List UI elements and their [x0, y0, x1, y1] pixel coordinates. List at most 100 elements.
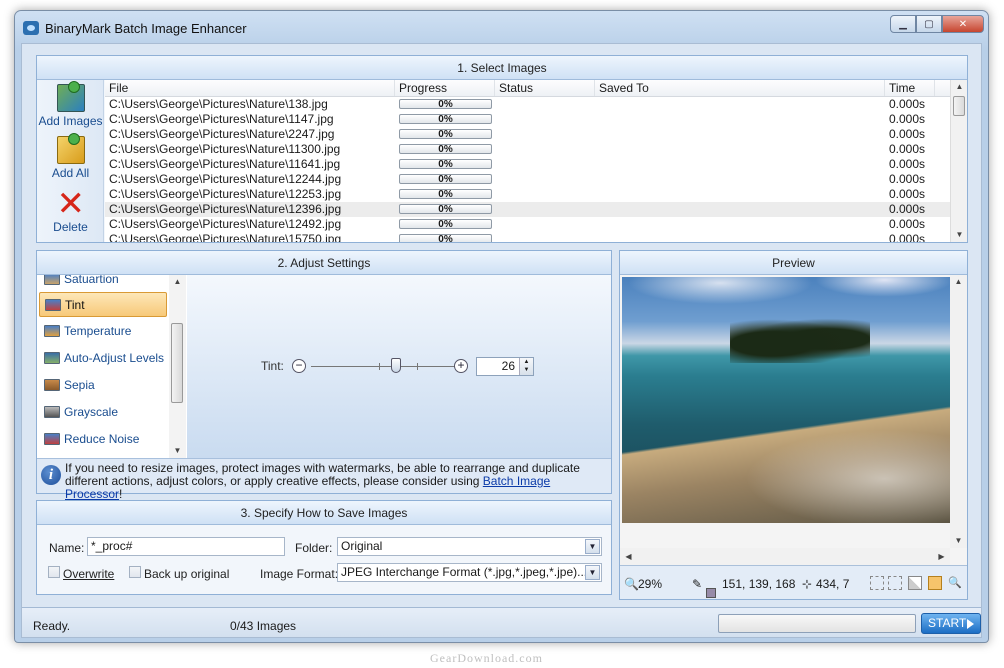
table-row[interactable]: C:\Users\George\Pictures\Nature\15750.jp… [105, 232, 951, 242]
scroll-up-arrow-icon[interactable]: ▲ [169, 275, 186, 289]
delete-button[interactable]: ✕ Delete [37, 187, 104, 234]
table-row[interactable]: C:\Users\George\Pictures\Nature\2247.jpg… [105, 127, 951, 142]
time-cell: 0.000s [889, 232, 926, 242]
progress-bar: 0% [399, 204, 492, 215]
progress-cell: 0% [395, 172, 495, 187]
app-window: BinaryMark Batch Image Enhancer ▁ ▢ ✕ 1.… [14, 10, 989, 643]
preview-status-bar: 🔍 29% ✎ 151, 139, 168 ⊹ 434, 7 🔍 [620, 565, 967, 599]
add-all-button[interactable]: Add All [37, 133, 104, 180]
saturation-icon [44, 275, 60, 285]
add-all-label: Add All [51, 166, 90, 180]
tint-value: 26 [501, 359, 515, 373]
column-time[interactable]: Time [885, 80, 935, 96]
image-format-select[interactable]: JPEG Interchange Format (*.jpg,*.jpeg,*.… [337, 563, 602, 582]
tint-spin-buttons[interactable]: ▲ ▼ [519, 358, 533, 375]
minimize-button[interactable]: ▁ [890, 15, 916, 33]
settings-list-scrollbar[interactable]: ▲ ▼ [169, 275, 186, 458]
progress-bar: 0% [399, 189, 492, 200]
column-saved-to[interactable]: Saved To [595, 80, 885, 96]
actual-size-icon[interactable] [888, 576, 902, 590]
status-cell [495, 142, 595, 157]
select-images-header: 1. Select Images [37, 56, 967, 80]
tint-slider-thumb[interactable] [391, 358, 401, 373]
scroll-down-arrow-icon[interactable]: ▼ [951, 228, 968, 242]
table-row[interactable]: C:\Users\George\Pictures\Nature\1147.jpg… [105, 112, 951, 127]
scroll-down-arrow-icon[interactable]: ▼ [950, 534, 967, 548]
add-images-button[interactable]: Add Images [37, 81, 104, 128]
setting-reduce-noise[interactable]: Reduce Noise [39, 427, 167, 452]
scroll-left-arrow-icon[interactable]: ◀ [620, 550, 637, 564]
adjust-settings-header: 2. Adjust Settings [37, 251, 611, 275]
scroll-down-arrow-icon[interactable]: ▼ [169, 444, 186, 458]
table-row[interactable]: C:\Users\George\Pictures\Nature\12396.jp… [105, 202, 951, 217]
file-cell: C:\Users\George\Pictures\Nature\12492.jp… [109, 217, 342, 231]
reduce-noise-icon [44, 433, 60, 445]
table-row[interactable]: C:\Users\George\Pictures\Nature\11641.jp… [105, 157, 951, 172]
setting-saturation[interactable]: Satuartion [39, 275, 167, 292]
name-input[interactable]: *_proc# [87, 537, 285, 556]
progress-cell: 0% [395, 112, 495, 127]
status-cell [495, 127, 595, 142]
column-progress[interactable]: Progress [395, 80, 495, 96]
scroll-up-arrow-icon[interactable]: ▲ [950, 275, 967, 289]
image-count: 0/43 Images [230, 619, 297, 633]
image-format-label: Image Format: [260, 567, 339, 581]
setting-temperature[interactable]: Temperature [39, 319, 167, 344]
add-all-icon [56, 133, 85, 164]
setting-auto-adjust-levels[interactable]: Auto-Adjust Levels [39, 346, 167, 371]
status-text: Ready. [33, 619, 71, 633]
file-cell: C:\Users\George\Pictures\Nature\12396.jp… [109, 202, 342, 216]
tint-slider-track[interactable] [311, 366, 459, 367]
close-button[interactable]: ✕ [942, 15, 984, 33]
maximize-button[interactable]: ▢ [916, 15, 942, 33]
column-status[interactable]: Status [495, 80, 595, 96]
start-button[interactable]: START [921, 613, 981, 634]
preview-horizontal-scrollbar[interactable]: ◀ ▶ [620, 548, 950, 565]
image-format-value: JPEG Interchange Format (*.jpg,*.jpeg,*.… [341, 565, 588, 579]
folder-select[interactable]: Original ▼ [337, 537, 602, 556]
checker-icon[interactable] [908, 576, 922, 590]
column-file[interactable]: File [105, 80, 395, 96]
overwrite-checkbox[interactable] [48, 566, 60, 578]
setting-label: Satuartion [64, 275, 119, 286]
preview-vertical-scrollbar[interactable]: ▲ ▼ [950, 275, 967, 548]
temperature-icon [44, 325, 60, 337]
file-list[interactable]: File Progress Status Saved To Time C:\Us… [105, 80, 951, 242]
tint-increase-button[interactable]: + [454, 359, 468, 373]
table-row[interactable]: C:\Users\George\Pictures\Nature\12492.jp… [105, 217, 951, 232]
tint-decrease-button[interactable]: − [292, 359, 306, 373]
file-cell: C:\Users\George\Pictures\Nature\1147.jpg [109, 112, 334, 126]
backup-checkbox[interactable] [129, 566, 141, 578]
table-row[interactable]: C:\Users\George\Pictures\Nature\12253.jp… [105, 187, 951, 202]
setting-tint[interactable]: Tint [39, 292, 167, 317]
hand-tool-icon[interactable] [928, 576, 942, 590]
setting-sepia[interactable]: Sepia [39, 373, 167, 398]
scroll-thumb[interactable] [953, 96, 965, 116]
scroll-right-arrow-icon[interactable]: ▶ [933, 550, 950, 564]
tint-value-input[interactable]: 26 ▲ ▼ [476, 357, 534, 376]
tint-settings: Tint: − + 26 ▲ ▼ [187, 275, 611, 458]
time-cell: 0.000s [889, 187, 926, 201]
preview-area[interactable]: ▲ ▼ ◀ ▶ [620, 275, 967, 565]
chevron-down-icon[interactable]: ▼ [585, 565, 600, 580]
scroll-up-arrow-icon[interactable]: ▲ [951, 80, 968, 94]
table-row[interactable]: C:\Users\George\Pictures\Nature\11300.jp… [105, 142, 951, 157]
progress-bar: 0% [399, 144, 492, 155]
name-label: Name: [49, 541, 85, 555]
setting-label: Reduce Noise [64, 432, 140, 446]
saved-to-cell [595, 97, 885, 112]
chevron-down-icon[interactable]: ▼ [585, 539, 600, 554]
file-list-scrollbar[interactable]: ▲ ▼ [950, 80, 967, 242]
table-row[interactable]: C:\Users\George\Pictures\Nature\138.jpg 0… [105, 97, 951, 112]
saved-to-cell [595, 217, 885, 232]
zoom-tool-icon[interactable]: 🔍 [948, 576, 962, 590]
fit-icon[interactable] [870, 576, 884, 590]
file-cell: C:\Users\George\Pictures\Nature\11641.jp… [109, 157, 341, 171]
saved-to-cell [595, 232, 885, 242]
table-row[interactable]: C:\Users\George\Pictures\Nature\12244.jp… [105, 172, 951, 187]
overwrite-label[interactable]: Overwrite [63, 567, 114, 581]
setting-grayscale[interactable]: Grayscale [39, 400, 167, 425]
scroll-thumb[interactable] [171, 323, 183, 403]
crosshair-icon: ⊹ [802, 577, 813, 591]
backup-label[interactable]: Back up original [144, 567, 229, 581]
